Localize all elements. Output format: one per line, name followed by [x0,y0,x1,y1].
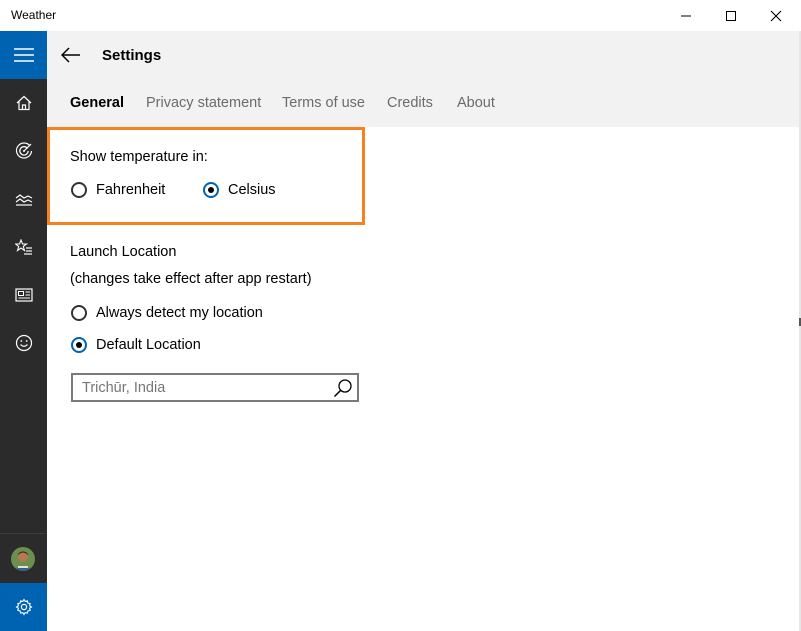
radio-default-location[interactable]: Default Location [71,334,201,356]
close-icon [770,10,782,21]
maximize-icon [726,10,736,21]
tab-terms-of-use[interactable]: Terms of use [282,95,365,111]
temperature-label: Show temperature in: [70,149,208,165]
tab-about[interactable]: About [457,95,495,111]
gear-icon [14,598,33,616]
close-button[interactable] [753,0,799,31]
hamburger-button[interactable] [0,31,47,79]
star-list-icon [14,239,32,255]
back-button[interactable] [55,39,87,71]
nav-separator [0,533,47,534]
launch-location-label: Launch Location [70,244,177,260]
radar-icon [15,142,32,159]
radio-label: Default Location [96,337,201,353]
nav-item-favorites[interactable] [0,223,47,271]
hamburger-icon [13,48,34,62]
page-title: Settings [102,47,162,64]
radio-celsius[interactable]: Celsius [203,179,276,201]
location-search-input[interactable] [82,379,322,397]
chart-icon [15,194,32,206]
tab-privacy-statement[interactable]: Privacy statement [146,95,261,111]
nav-item-feedback[interactable] [0,319,47,367]
app-title: Weather [11,8,57,22]
highlight-annotation [47,127,365,225]
nav-item-home[interactable] [0,79,47,127]
title-bar: Weather [0,0,801,31]
radio-label: Celsius [228,182,276,198]
minimize-icon [681,15,691,16]
radio-label: Fahrenheit [96,182,166,198]
avatar-image [11,547,35,571]
home-icon [16,95,31,111]
tab-general[interactable]: General [70,95,124,111]
nav-item-settings[interactable] [0,583,47,631]
news-icon [14,288,33,302]
launch-location-note: (changes take effect after app restart) [70,271,312,287]
nav-rail [0,31,47,631]
radio-button-checked[interactable] [71,337,87,353]
location-search-box[interactable] [71,373,359,402]
settings-header: Settings General Privacy statement Terms… [47,31,799,127]
nav-item-news[interactable] [0,271,47,319]
nav-item-maps[interactable] [0,127,47,175]
radio-button-checked[interactable] [203,182,219,198]
avatar[interactable] [11,547,35,571]
minimize-button[interactable] [663,0,709,31]
nav-item-historical-weather[interactable] [0,175,47,223]
radio-label: Always detect my location [96,305,263,321]
search-icon[interactable] [332,378,354,398]
radio-always-detect[interactable]: Always detect my location [71,302,263,324]
back-arrow-icon [61,47,80,63]
maximize-button[interactable] [708,0,754,31]
radio-button[interactable] [71,305,87,321]
radio-fahrenheit[interactable]: Fahrenheit [71,179,165,201]
radio-button[interactable] [71,182,87,198]
smiley-icon [15,334,32,352]
tab-credits[interactable]: Credits [387,95,433,111]
